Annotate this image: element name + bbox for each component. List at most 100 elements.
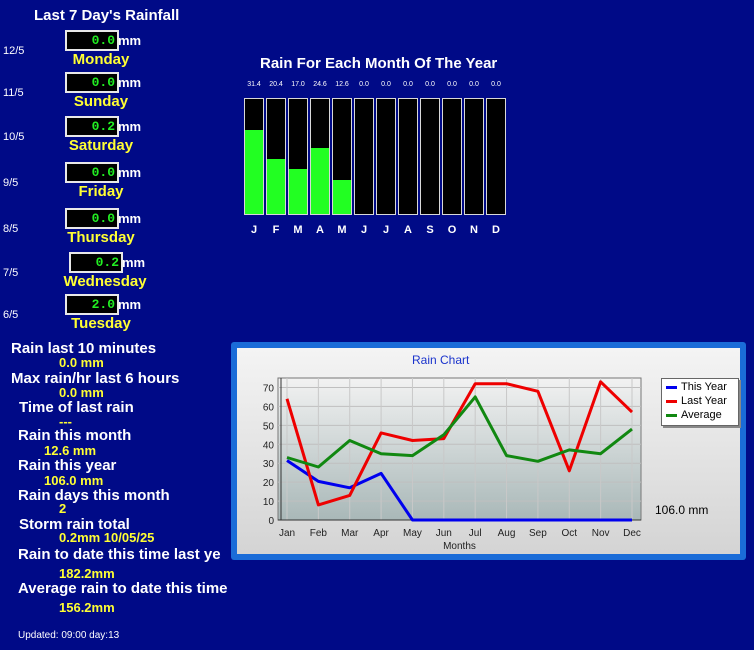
month-letter: J (360, 224, 368, 236)
x-tick-label: Aug (498, 528, 516, 539)
legend-swatch-this-year (666, 385, 677, 389)
day-name: Friday (78, 183, 124, 200)
day-name: Thursday (67, 229, 135, 246)
month-letter: F (272, 224, 280, 236)
legend-swatch-average (666, 413, 677, 417)
day-date: 9/5 (3, 177, 19, 189)
stat-label: Time of last rain (19, 399, 134, 416)
month-bar (333, 180, 351, 214)
updated-timestamp: Updated: 09:00 day:13 (18, 630, 120, 641)
month-letter: J (382, 224, 390, 236)
stat-label: Rain this year (18, 457, 117, 474)
month-bar (289, 169, 307, 214)
day-rain-value: 0.0 (65, 30, 119, 51)
month-letter: N (470, 224, 478, 236)
day-rain-value: 0.2 (65, 116, 119, 137)
y-tick-label: 10 (263, 497, 275, 508)
stat-value: 12.6 mm (44, 443, 97, 458)
month-value-label: 12.6 (335, 81, 349, 88)
chart-legend: This Year Last Year Average (661, 378, 739, 426)
y-tick-label: 70 (263, 383, 275, 394)
day-unit: mm (122, 255, 146, 270)
month-value-label: 0.0 (359, 81, 369, 88)
month-value-label: 20.4 (269, 81, 283, 88)
day-date: 8/5 (3, 223, 19, 235)
day-name: Tuesday (71, 315, 131, 332)
month-bar-cell (420, 98, 440, 215)
day-rain-value: 0.2 (69, 252, 123, 273)
stat-label: Rain days this month (18, 487, 170, 504)
day-rain-value: 2.0 (65, 294, 119, 315)
monthly-chart-title: Rain For Each Month Of The Year (260, 55, 498, 72)
month-bar-cell (244, 98, 264, 215)
month-letter: D (492, 224, 500, 236)
month-value-label: 24.6 (313, 81, 327, 88)
day-rain-value: 0.0 (65, 162, 119, 183)
stat-value: 0.0 mm (59, 355, 104, 370)
day-rain-value: 0.0 (65, 208, 119, 229)
month-bar-cell (288, 98, 308, 215)
month-value-label: 0.0 (469, 81, 479, 88)
stat-value: 182.2mm (59, 566, 115, 581)
x-axis-label: Months (443, 541, 476, 552)
month-letter: M (337, 224, 347, 236)
stat-label: Rain this month (18, 427, 132, 444)
legend-label-last-year: Last Year (681, 395, 727, 407)
month-bar-cell (266, 98, 286, 215)
month-bar (245, 130, 263, 214)
month-bar-cell (442, 98, 462, 215)
month-value-label: 0.0 (403, 81, 413, 88)
day-date: 11/5 (3, 87, 24, 99)
day-unit: mm (118, 165, 142, 180)
day-unit: mm (118, 33, 142, 48)
x-tick-label: Feb (310, 528, 328, 539)
stat-value: 2 (59, 501, 67, 516)
day-date: 6/5 (3, 309, 19, 321)
month-value-label: 0.0 (381, 81, 391, 88)
page-title: Last 7 Day's Rainfall (34, 7, 180, 24)
x-tick-label: May (403, 528, 422, 539)
day-unit: mm (118, 211, 142, 226)
month-value-label: 0.0 (491, 81, 501, 88)
month-bar-cell (486, 98, 506, 215)
month-bar (267, 159, 285, 214)
month-letter: S (426, 224, 434, 236)
rain-chart-panel: Rain Chart 0 10 20 30 40 50 60 70 Jan Feb Mar Apr Ma… (231, 342, 746, 560)
y-tick-label: 30 (263, 459, 275, 470)
month-value-label: 0.0 (425, 81, 435, 88)
month-value-label: 17.0 (291, 81, 305, 88)
x-tick-label: Apr (373, 528, 389, 539)
stat-value: 0.0 mm (59, 385, 104, 400)
month-letter: J (250, 224, 258, 236)
legend-item-this-year: This Year (666, 381, 727, 394)
stat-value: 156.2mm (59, 600, 115, 615)
year-total-annotation: 106.0 mm (655, 503, 709, 517)
month-bar-cell (464, 98, 484, 215)
month-bar-cell (354, 98, 374, 215)
day-name: Saturday (68, 137, 134, 154)
day-date: 10/5 (3, 131, 25, 143)
x-tick-label: Oct (561, 528, 577, 539)
legend-swatch-last-year (666, 399, 677, 403)
day-unit: mm (118, 75, 142, 90)
x-tick-label: Nov (592, 528, 610, 539)
month-bar (311, 148, 329, 214)
month-letter: A (404, 224, 412, 236)
stat-value: 0.2mm 10/05/25 (59, 530, 155, 545)
day-date: 12/5 (3, 45, 25, 57)
month-letter: O (447, 224, 457, 236)
month-letter: M (293, 224, 303, 236)
month-bar-cell (332, 98, 352, 215)
stat-label: Rain to date this time last ye (18, 546, 221, 563)
legend-label-average: Average (681, 409, 722, 421)
legend-label-this-year: This Year (681, 381, 727, 393)
day-unit: mm (118, 297, 142, 312)
stat-value: 106.0 mm (44, 473, 104, 488)
x-tick-label: Jun (436, 528, 452, 539)
y-tick-label: 50 (263, 421, 275, 432)
month-bar-cell (310, 98, 330, 215)
y-tick-label: 60 (263, 402, 275, 413)
plot-area (277, 377, 642, 521)
x-tick-label: Jan (279, 528, 295, 539)
day-name: Sunday (73, 93, 129, 110)
